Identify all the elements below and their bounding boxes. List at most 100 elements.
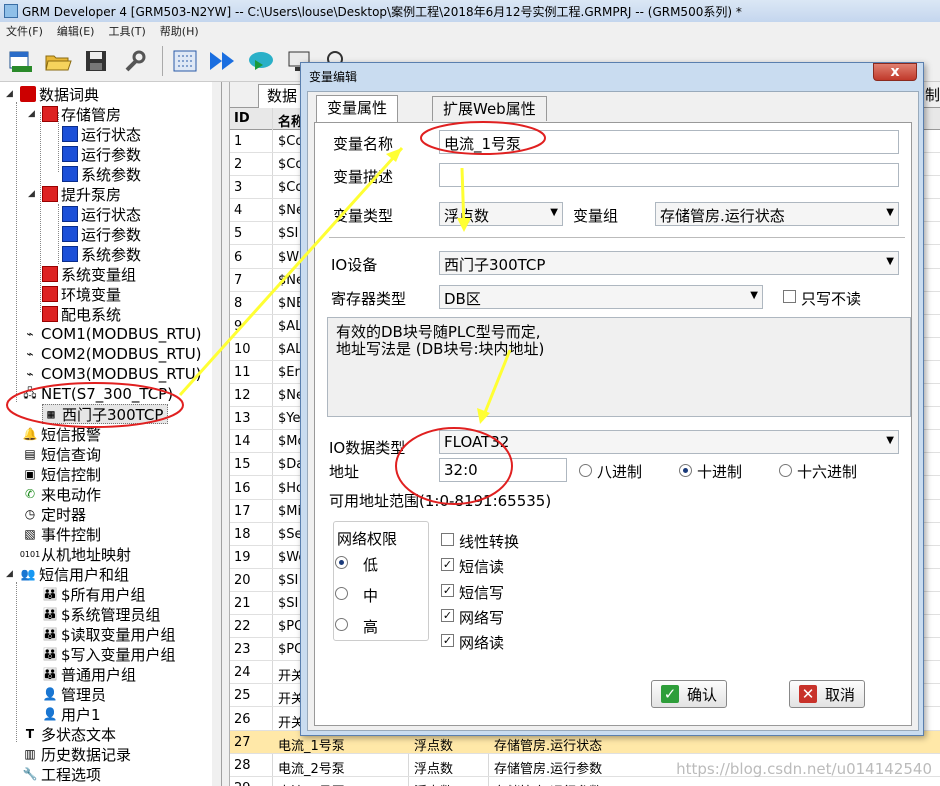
tree-item-run-state[interactable]: 运行状态 <box>62 124 141 144</box>
wrench-icon: 🔧 <box>22 767 38 781</box>
new-project-icon[interactable] <box>4 45 36 77</box>
cell-id: 3 <box>234 180 243 196</box>
phone-icon: ✆ <box>24 487 36 501</box>
cell-id: 25 <box>234 688 251 704</box>
tab-control[interactable]: 制 <box>925 84 940 105</box>
open-folder-icon[interactable] <box>42 45 74 77</box>
toolbar-separator <box>162 45 163 76</box>
var-group-label: 变量组 <box>573 207 619 225</box>
tab-variable-properties[interactable]: 变量属性 <box>316 95 399 122</box>
tree-item-power-system[interactable]: 配电系统 <box>42 304 121 324</box>
tree-item-sys-params-2[interactable]: 系统参数 <box>62 244 141 264</box>
tab-web-properties[interactable]: 扩展Web属性 <box>432 96 547 121</box>
var-desc-field[interactable] <box>439 163 899 187</box>
col-id-header[interactable]: ID <box>234 111 250 126</box>
folder-icon <box>62 246 78 262</box>
tree-item-user1[interactable]: 👤 用户1 <box>42 704 101 724</box>
variable-edit-dialog: 变量编辑 x 变量属性 扩展Web属性 变量名称 电流_1号泵 变量描述 变量类… <box>300 62 924 736</box>
menu-file[interactable]: 文件(F) <box>0 23 51 39</box>
menu-edit[interactable]: 编辑(E) <box>51 23 103 39</box>
radix-octal-radio[interactable] <box>579 464 592 477</box>
forward-icon[interactable] <box>207 45 239 77</box>
register-type-select[interactable]: DB区 ▼ <box>439 285 763 309</box>
tree-item-admin-group[interactable]: 👪 $系统管理员组 <box>42 604 161 624</box>
var-name-field[interactable]: 电流_1号泵 <box>439 130 899 154</box>
sms-write-label: 短信写 <box>459 584 505 602</box>
tree-item-com2[interactable]: ⌁ COM2(MODBUS_RTU) <box>22 344 201 364</box>
bell-icon: 🔔 <box>22 427 38 441</box>
linear-convert-checkbox[interactable] <box>441 533 454 546</box>
tree-item-sms-query[interactable]: ▤ 短信查询 <box>22 444 101 464</box>
hint-line-1: 有效的DB块号随PLC型号而定, <box>336 323 541 341</box>
cell-id: 7 <box>234 272 243 288</box>
tree-item-multistate-text[interactable]: T 多状态文本 <box>22 724 116 744</box>
tree-item-sys-var-group[interactable]: 系统变量组 <box>42 264 136 284</box>
tree-item-net[interactable]: 🖧 NET(S7_300_TCP) <box>22 384 173 404</box>
tree-item-storage-room[interactable]: ◢ 存储管房 <box>28 104 121 124</box>
net-read-checkbox[interactable]: ✓ <box>441 634 454 647</box>
address-field[interactable]: 32:0 <box>439 458 567 482</box>
network-icon: 🖧 <box>23 385 37 400</box>
tree-item-slave-map[interactable]: 0101 从机地址映射 <box>20 544 131 564</box>
write-only-checkbox[interactable] <box>783 290 796 303</box>
history-icon: ▥ <box>24 747 36 761</box>
tree-item-write-group[interactable]: 👪 $写入变量用户组 <box>42 644 176 664</box>
var-group-select[interactable]: 存储管房.运行状态 ▼ <box>655 202 899 226</box>
net-write-checkbox[interactable]: ✓ <box>441 609 454 622</box>
tree-item-sms-control[interactable]: ▣ 短信控制 <box>22 464 101 484</box>
perm-high-radio[interactable] <box>335 618 348 631</box>
tree-guide <box>40 112 41 312</box>
tab-data[interactable]: 数据 <box>258 84 307 108</box>
tree-item-history[interactable]: ▥ 历史数据记录 <box>22 744 131 764</box>
divider <box>329 237 905 238</box>
tree-item-run-state-2[interactable]: 运行状态 <box>62 204 141 224</box>
save-icon[interactable] <box>80 45 112 77</box>
radix-hex-radio[interactable] <box>779 464 792 477</box>
tree-item-com3[interactable]: ⌁ COM3(MODBUS_RTU) <box>22 364 201 384</box>
tree-item-data-dictionary[interactable]: ◢ 数据词典 <box>6 84 99 104</box>
tree-item-admin-user[interactable]: 👤 管理员 <box>42 684 107 704</box>
folder-icon <box>62 206 78 222</box>
sms-write-checkbox[interactable]: ✓ <box>441 584 454 597</box>
cell-id: 16 <box>234 480 251 496</box>
tree-item-sms-alarm[interactable]: 🔔 短信报警 <box>22 424 102 444</box>
menu-tools[interactable]: 工具(T) <box>102 23 153 39</box>
radix-decimal-radio[interactable] <box>679 464 692 477</box>
io-data-type-select[interactable]: FLOAT32 ▼ <box>439 430 899 454</box>
cloud-download-icon[interactable] <box>245 45 277 77</box>
tree-item-project-options[interactable]: 🔧 工程选项 <box>22 764 102 784</box>
var-type-select[interactable]: 浮点数 ▼ <box>439 202 563 226</box>
tree-item-env-vars[interactable]: 环境变量 <box>42 284 121 304</box>
cell-id: 10 <box>234 341 251 357</box>
compile-icon[interactable] <box>169 45 201 77</box>
cancel-button[interactable]: ✕ 取消 <box>789 680 865 708</box>
table-row[interactable]: 29 电流_3号泵 浮点数 存储管房.运行参数 <box>230 777 940 786</box>
ok-button[interactable]: ✓ 确认 <box>651 680 727 708</box>
folder-icon <box>62 126 78 142</box>
tree-item-run-params-2[interactable]: 运行参数 <box>62 224 141 244</box>
tree-item-siemens-300tcp[interactable]: ▦ 西门子300TCP <box>42 404 169 424</box>
tree-item-sms-users[interactable]: ◢ 👥 短信用户和组 <box>6 564 129 584</box>
tree-item-normal-group[interactable]: 👪 普通用户组 <box>42 664 137 684</box>
tree-item-read-group[interactable]: 👪 $读取变量用户组 <box>42 624 176 644</box>
tree-item-timer[interactable]: ◷ 定时器 <box>22 504 86 524</box>
splitter[interactable] <box>222 82 230 786</box>
perm-mid-radio[interactable] <box>335 587 348 600</box>
tree-item-sys-params[interactable]: 系统参数 <box>62 164 141 184</box>
project-tree[interactable]: ◢ 数据词典 ◢ 存储管房 运行状态 运行参数 系统参数 ◢ 提升泵房 运行状态 运行… <box>0 82 222 786</box>
wrench-icon[interactable] <box>118 45 150 77</box>
sms-read-checkbox[interactable]: ✓ <box>441 558 454 571</box>
cell-id: 23 <box>234 642 251 658</box>
group-icon: 👪 <box>42 667 58 681</box>
tree-scrollbar[interactable] <box>212 82 221 786</box>
menu-help[interactable]: 帮助(H) <box>154 23 207 39</box>
perm-low-radio[interactable] <box>335 556 348 569</box>
tree-item-event-control[interactable]: ▧ 事件控制 <box>22 524 101 544</box>
io-device-select[interactable]: 西门子300TCP ▼ <box>439 251 899 275</box>
close-button[interactable]: x <box>873 63 917 81</box>
tree-item-run-params[interactable]: 运行参数 <box>62 144 141 164</box>
tree-item-all-users[interactable]: 👪 $所有用户组 <box>42 584 146 604</box>
tree-item-call-action[interactable]: ✆ 来电动作 <box>22 484 101 504</box>
tree-item-pump-room[interactable]: ◢ 提升泵房 <box>28 184 121 204</box>
tree-item-com1[interactable]: ⌁ COM1(MODBUS_RTU) <box>22 324 201 344</box>
